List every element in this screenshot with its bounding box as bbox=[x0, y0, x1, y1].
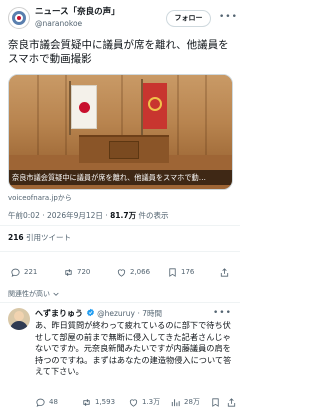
reply-action-bar: 48 1,593 1.3万 28万 bbox=[0, 394, 240, 410]
repost-icon bbox=[65, 268, 72, 276]
reply-reply-button[interactable]: 48 bbox=[35, 394, 58, 410]
sort-label: 関連性が高い bbox=[8, 290, 50, 298]
post-meta: 午前0:02 · 2026年9月12日 · 81.7万 件の表示 bbox=[8, 211, 169, 220]
author-avatar[interactable] bbox=[8, 7, 30, 29]
reply-more-options-icon[interactable]: ••• bbox=[213, 308, 232, 318]
post-action-bar: 221 720 2,066 176 bbox=[0, 264, 240, 280]
reply-views-count: 28万 bbox=[184, 398, 200, 406]
reply-icon bbox=[11, 268, 20, 277]
reply-share-button[interactable] bbox=[226, 394, 237, 410]
reply-author-avatar[interactable] bbox=[8, 308, 30, 330]
post-date[interactable]: 2026年9月12日 bbox=[47, 211, 103, 220]
reply-icon bbox=[36, 398, 45, 407]
post-header: ニュース「奈良の声」 @naranokoe フォロー ••• bbox=[8, 6, 237, 32]
repost-icon bbox=[83, 398, 90, 406]
post-text: 奈良市議会質疑中に議員が席を離れ、他議員をスマホで動画撮影 bbox=[8, 39, 229, 65]
bookmark-icon bbox=[169, 267, 176, 277]
like-count: 2,066 bbox=[130, 268, 151, 276]
verified-badge-icon bbox=[86, 308, 94, 317]
flag-image bbox=[71, 85, 97, 129]
share-icon bbox=[227, 397, 236, 407]
post-time[interactable]: 午前0:02 bbox=[8, 211, 40, 220]
author-name[interactable]: ニュース「奈良の声」 bbox=[35, 7, 165, 18]
share-button[interactable] bbox=[219, 264, 230, 280]
more-options-icon[interactable]: ••• bbox=[219, 12, 238, 22]
views-count: 81.7万 bbox=[110, 211, 137, 220]
reply-reply-count: 48 bbox=[49, 398, 58, 406]
repost-count: 720 bbox=[77, 268, 91, 276]
chevron-down-icon bbox=[53, 292, 59, 296]
analytics-icon bbox=[171, 398, 180, 406]
author-info[interactable]: ニュース「奈良の声」 @naranokoe bbox=[35, 7, 165, 29]
repost-button[interactable]: 720 bbox=[63, 264, 90, 280]
quote-tweets-stat[interactable]: 216 引用ツイート bbox=[8, 232, 71, 243]
reply-text: あ、昨日質問が終わって疲れているのに部下で待ち伏せして部屋の前まで無断に侵入して… bbox=[35, 320, 232, 376]
quote-tweets-count: 216 bbox=[8, 233, 24, 242]
reply-header: へずまりゅう @hezuruy · 7時間 bbox=[35, 308, 163, 318]
divider bbox=[0, 302, 240, 303]
reply-author-handle[interactable]: @hezuruy bbox=[97, 309, 135, 318]
reply-author-name[interactable]: へずまりゅう bbox=[35, 309, 83, 318]
bookmark-button[interactable]: 176 bbox=[167, 264, 194, 280]
reply-like-button[interactable]: 1.3万 bbox=[128, 394, 160, 410]
reply-repost-button[interactable]: 1,593 bbox=[81, 394, 115, 410]
bookmark-count: 176 bbox=[181, 268, 195, 276]
link-card-image[interactable]: 奈良市議会質疑中に議員が席を離れ、他議員をスマホで動… bbox=[8, 74, 233, 190]
quote-tweets-label: 引用ツイート bbox=[26, 233, 72, 242]
reply-like-count: 1.3万 bbox=[142, 398, 161, 406]
reply-views-button[interactable]: 28万 bbox=[170, 394, 200, 410]
link-card-title: 奈良市議会質疑中に議員が席を離れ、他議員をスマホで動… bbox=[9, 170, 232, 185]
divider bbox=[0, 251, 240, 252]
reply-count: 221 bbox=[24, 268, 38, 276]
follow-button[interactable]: フォロー bbox=[166, 10, 211, 27]
reply-sort-selector[interactable]: 関連性が高い bbox=[8, 289, 60, 299]
reply-bookmark-button[interactable] bbox=[210, 394, 221, 410]
views-label: 件の表示 bbox=[138, 211, 169, 220]
author-handle[interactable]: @naranokoe bbox=[35, 18, 165, 29]
heart-icon bbox=[129, 398, 138, 407]
link-source[interactable]: voiceofnara.jpから bbox=[8, 193, 72, 203]
bookmark-icon bbox=[212, 397, 219, 407]
banner-image bbox=[143, 83, 167, 129]
reply-repost-count: 1,593 bbox=[95, 398, 116, 406]
reply-button[interactable]: 221 bbox=[10, 264, 37, 280]
reply-time[interactable]: 7時間 bbox=[142, 309, 162, 318]
divider bbox=[0, 225, 240, 226]
share-icon bbox=[220, 267, 229, 277]
like-button[interactable]: 2,066 bbox=[116, 264, 150, 280]
heart-icon bbox=[117, 268, 126, 277]
